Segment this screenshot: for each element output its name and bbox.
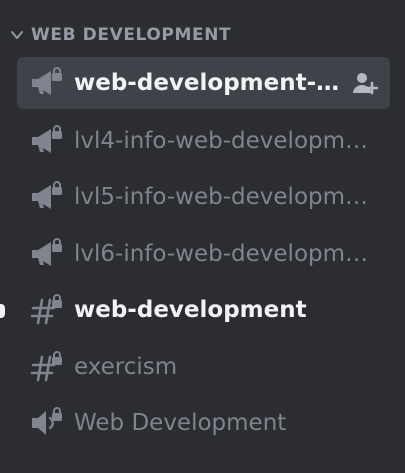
unread-indicator: [0, 304, 5, 318]
channel-lvl5-info-web-development[interactable]: lvl5-info-web-development: [17, 171, 390, 223]
locked-text-channel-icon: [30, 351, 62, 382]
channel-name: lvl4-info-web-development: [74, 128, 374, 154]
chevron-down-icon: [11, 31, 23, 39]
channel-name: web-development-info: [74, 70, 344, 96]
locked-announcement-icon: [32, 181, 62, 209]
channel-web-development-info[interactable]: web-development-info: [17, 57, 390, 109]
channel-name: web-development: [74, 297, 307, 323]
channel-name: lvl5-info-web-development: [74, 184, 374, 210]
locked-announcement-icon: [32, 238, 62, 266]
locked-text-channel-icon: [30, 294, 62, 325]
channel-name: exercism: [74, 354, 178, 380]
channel-lvl4-info-web-development[interactable]: lvl4-info-web-development: [17, 115, 390, 167]
category-label: WEB DEVELOPMENT: [31, 25, 232, 45]
locked-voice-channel-icon: [32, 407, 62, 435]
channel-name: Web Development: [74, 410, 287, 436]
category-web-development[interactable]: WEB DEVELOPMENT: [0, 20, 405, 50]
channel-exercism[interactable]: exercism: [17, 341, 390, 393]
channel-name: lvl6-info-web-development: [74, 241, 374, 267]
locked-announcement-icon: [32, 67, 62, 95]
locked-announcement-icon: [32, 125, 62, 153]
channel-lvl6-info-web-development[interactable]: lvl6-info-web-development: [17, 228, 390, 280]
channel-web-development[interactable]: web-development: [17, 284, 390, 336]
channel-sidebar: WEB DEVELOPMENT web-development-info lvl…: [0, 0, 405, 473]
channel-voice-web-development[interactable]: Web Development: [17, 397, 390, 449]
create-invite-icon[interactable]: [352, 71, 378, 95]
